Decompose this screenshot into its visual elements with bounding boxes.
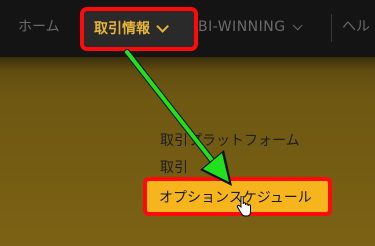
nav-item-trade-info-label: 取引情報 xyxy=(94,21,150,37)
chevron-down-icon xyxy=(156,20,169,33)
dropdown-shadow xyxy=(0,57,375,71)
nav-item-help[interactable]: ヘル xyxy=(342,0,370,57)
dropdown-item-trading-platform[interactable]: 取引プラットフォーム xyxy=(160,130,300,150)
top-navigation-bar: ホーム 取引情報 BI-WINNING ヘル xyxy=(0,0,375,57)
dropdown-backdrop xyxy=(0,57,375,246)
nav-item-bi-winning[interactable]: BI-WINNING xyxy=(198,0,303,57)
nav-item-bi-winning-label: BI-WINNING xyxy=(198,19,286,35)
nav-item-home[interactable]: ホーム xyxy=(18,0,60,57)
nav-item-trade-info[interactable]: 取引情報 xyxy=(80,7,198,51)
dropdown-item-trade[interactable]: 取引 xyxy=(160,157,188,177)
chevron-down-icon xyxy=(292,20,303,31)
nav-divider xyxy=(331,14,332,42)
hand-cursor-icon xyxy=(236,196,251,217)
